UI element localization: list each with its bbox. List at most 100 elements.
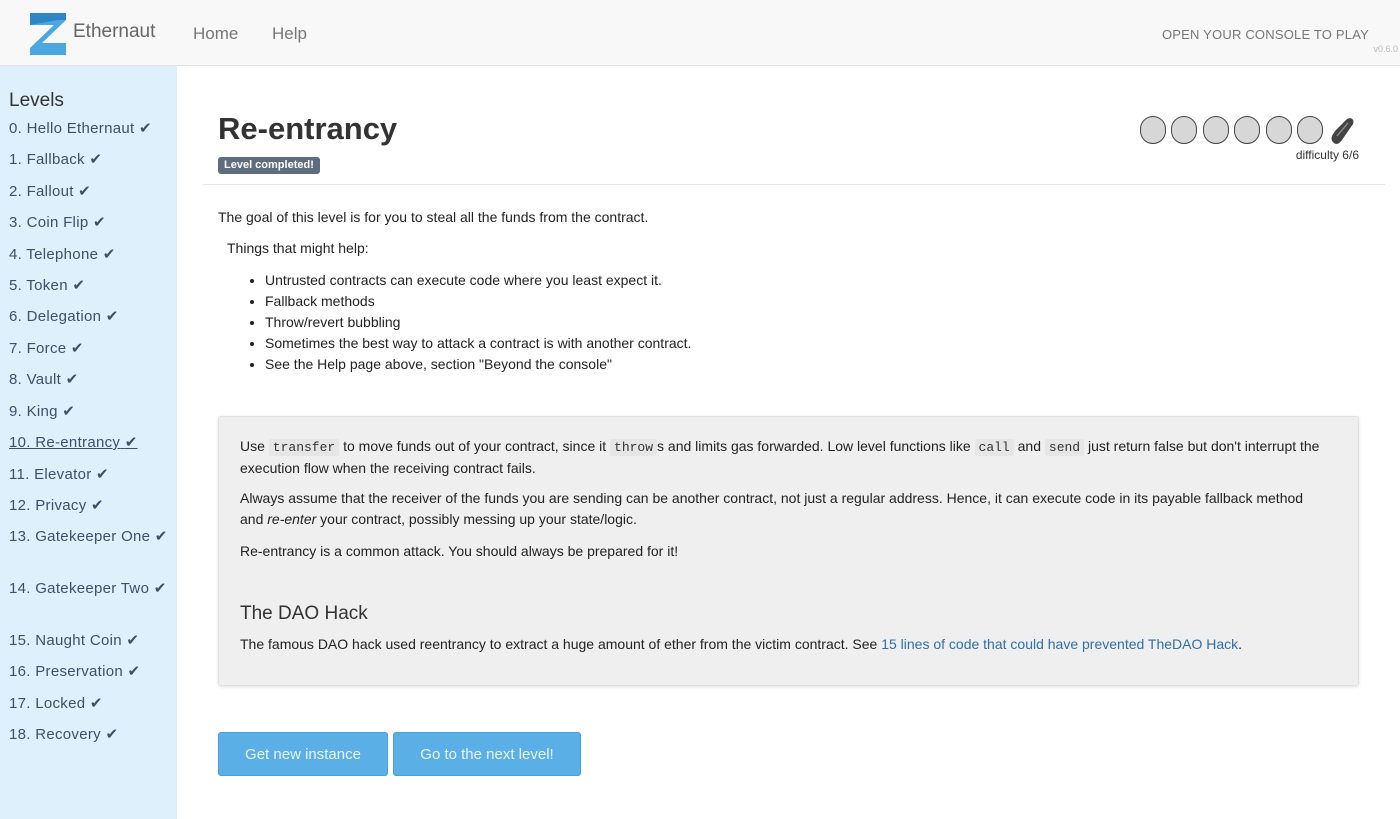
character-icon-6 <box>1297 116 1323 144</box>
sidebar-level-label: 18. Recovery <box>9 726 101 743</box>
pickle-icon <box>1331 118 1354 144</box>
hint-item: Fallback methods <box>265 291 691 312</box>
check-icon: ✔ <box>65 371 79 388</box>
check-icon: ✔ <box>62 403 76 420</box>
info-paragraph-transfer: Use transfer to move funds out of your c… <box>240 436 1330 479</box>
check-icon: ✔ <box>72 277 86 294</box>
sidebar-level-label: 17. Locked <box>9 695 86 712</box>
character-icon-3 <box>1203 116 1229 144</box>
sidebar-level-0[interactable]: 0. Hello Ethernaut ✔ <box>9 119 169 139</box>
get-new-instance-button[interactable]: Get new instance <box>218 732 388 776</box>
info-text: and <box>1013 438 1045 454</box>
character-icon-5 <box>1266 116 1292 144</box>
info-text: . <box>1238 636 1243 652</box>
check-icon: ✔ <box>78 183 92 200</box>
check-icon: ✔ <box>126 632 140 649</box>
info-paragraph-receiver: Always assume that the receiver of the f… <box>240 488 1330 530</box>
nav-home-link[interactable]: Home <box>193 24 238 44</box>
hint-item: Sometimes the best way to attack a contr… <box>265 333 691 354</box>
sidebar-level-label: 5. Token <box>9 277 68 294</box>
code-throw: throw <box>610 439 658 456</box>
check-icon: ✔ <box>138 120 152 137</box>
level-title: Re-entrancy <box>218 111 398 146</box>
header-divider <box>203 184 1385 185</box>
hints-list: Untrusted contracts can execute code whe… <box>247 270 691 375</box>
sidebar-level-10[interactable]: 10. Re-entrancy ✔ <box>9 433 169 453</box>
info-text: Use <box>240 438 269 454</box>
level-goal: The goal of this level is for you to ste… <box>218 209 649 225</box>
sidebar-level-12[interactable]: 12. Privacy ✔ <box>9 496 169 516</box>
check-icon: ✔ <box>90 497 104 514</box>
info-emphasis: re-enter <box>267 511 317 527</box>
check-icon: ✔ <box>96 466 109 483</box>
sidebar-level-label: 7. Force <box>9 340 67 357</box>
sidebar-level-label: 15. Naught Coin <box>9 632 122 649</box>
sidebar-level-14[interactable]: 14. Gatekeeper Two ✔ <box>9 579 169 599</box>
sidebar-level-label: 8. Vault <box>9 371 62 388</box>
sidebar-level-label: 0. Hello Ethernaut <box>9 120 135 137</box>
info-paragraph-common: Re-entrancy is a common attack. You shou… <box>240 543 679 559</box>
console-hint: OPEN YOUR CONSOLE TO PLAY <box>1161 27 1369 42</box>
version-label: v0.6.0 <box>1373 44 1398 54</box>
check-icon: ✔ <box>105 308 119 325</box>
zeppelin-logo-icon[interactable] <box>28 11 68 57</box>
code-transfer: transfer <box>268 439 340 456</box>
sidebar-level-label: 11. Elevator <box>9 466 92 483</box>
dao-hack-title: The DAO Hack <box>240 603 368 624</box>
sidebar-level-1[interactable]: 1. Fallback ✔ <box>9 150 169 170</box>
sidebar-level-4[interactable]: 4. Telephone ✔ <box>9 245 169 265</box>
level-completed-badge: Level completed! <box>218 157 320 174</box>
hint-item: See the Help page above, section "Beyond… <box>265 354 691 375</box>
sidebar-level-17[interactable]: 17. Locked ✔ <box>9 694 169 714</box>
levels-title: Levels <box>9 90 64 111</box>
next-level-button[interactable]: Go to the next level! <box>393 732 581 776</box>
sidebar-level-13[interactable]: 13. Gatekeeper One ✔ <box>9 527 169 547</box>
sidebar-level-label: 12. Privacy <box>9 497 87 514</box>
check-icon: ✔ <box>127 663 141 680</box>
check-icon: ✔ <box>89 695 103 712</box>
check-icon: ✔ <box>89 151 103 168</box>
character-icon-1 <box>1140 116 1166 144</box>
dao-hack-paragraph: The famous DAO hack used reentrancy to e… <box>240 634 1330 655</box>
sidebar-level-3[interactable]: 3. Coin Flip ✔ <box>9 213 169 233</box>
levels-sidebar: Levels 0. Hello Ethernaut ✔ 1. Fallback ✔… <box>0 66 177 819</box>
character-icon-4 <box>1234 116 1260 144</box>
sidebar-level-18[interactable]: 18. Recovery ✔ <box>9 725 169 745</box>
sidebar-level-label: 6. Delegation <box>9 308 102 325</box>
sidebar-level-label: 1. Fallback <box>9 151 85 168</box>
dao-hack-link[interactable]: 15 lines of code that could have prevent… <box>881 636 1238 652</box>
hint-item: Untrusted contracts can execute code whe… <box>265 270 691 291</box>
sidebar-level-label: 16. Preservation <box>9 663 124 680</box>
sidebar-level-7[interactable]: 7. Force ✔ <box>9 339 169 359</box>
hint-item: Throw/revert bubbling <box>265 312 691 333</box>
code-send: send <box>1044 439 1085 456</box>
sidebar-level-2[interactable]: 2. Fallout ✔ <box>9 182 169 202</box>
sidebar-level-9[interactable]: 9. King ✔ <box>9 402 169 422</box>
check-icon: ✔ <box>154 528 168 545</box>
top-navbar: Ethernaut Home Help OPEN YOUR CONSOLE TO… <box>0 0 1400 66</box>
sidebar-level-label: 14. Gatekeeper Two <box>9 580 150 597</box>
sidebar-level-16[interactable]: 16. Preservation ✔ <box>9 662 169 682</box>
check-icon: ✔ <box>153 580 167 597</box>
difficulty-label: difficulty 6/6 <box>1295 148 1359 162</box>
completion-info-box: Use transfer to move funds out of your c… <box>218 416 1359 686</box>
check-icon: ✔ <box>102 246 116 263</box>
nav-help-link[interactable]: Help <box>272 24 307 44</box>
sidebar-level-8[interactable]: 8. Vault ✔ <box>9 370 169 390</box>
sidebar-level-label: 13. Gatekeeper One <box>9 528 151 545</box>
brand-name[interactable]: Ethernaut <box>73 21 155 43</box>
sidebar-level-15[interactable]: 15. Naught Coin ✔ <box>9 631 169 651</box>
hints-title: Things that might help: <box>227 240 369 256</box>
sidebar-level-6[interactable]: 6. Delegation ✔ <box>9 307 169 327</box>
check-icon: ✔ <box>124 434 138 451</box>
character-icon-2 <box>1171 116 1197 144</box>
check-icon: ✔ <box>92 214 106 231</box>
info-text: s and limits gas forwarded. Low level fu… <box>657 438 975 454</box>
info-text: your contract, possibly messing up your … <box>316 511 637 527</box>
sidebar-level-11[interactable]: 11. Elevator ✔ <box>9 465 169 485</box>
info-text: to move funds out of your contract, sinc… <box>339 438 611 454</box>
sidebar-level-5[interactable]: 5. Token ✔ <box>9 276 169 296</box>
sidebar-level-label: 4. Telephone <box>9 246 99 263</box>
sidebar-level-label: 9. King <box>9 403 58 420</box>
sidebar-level-label: 3. Coin Flip <box>9 214 89 231</box>
